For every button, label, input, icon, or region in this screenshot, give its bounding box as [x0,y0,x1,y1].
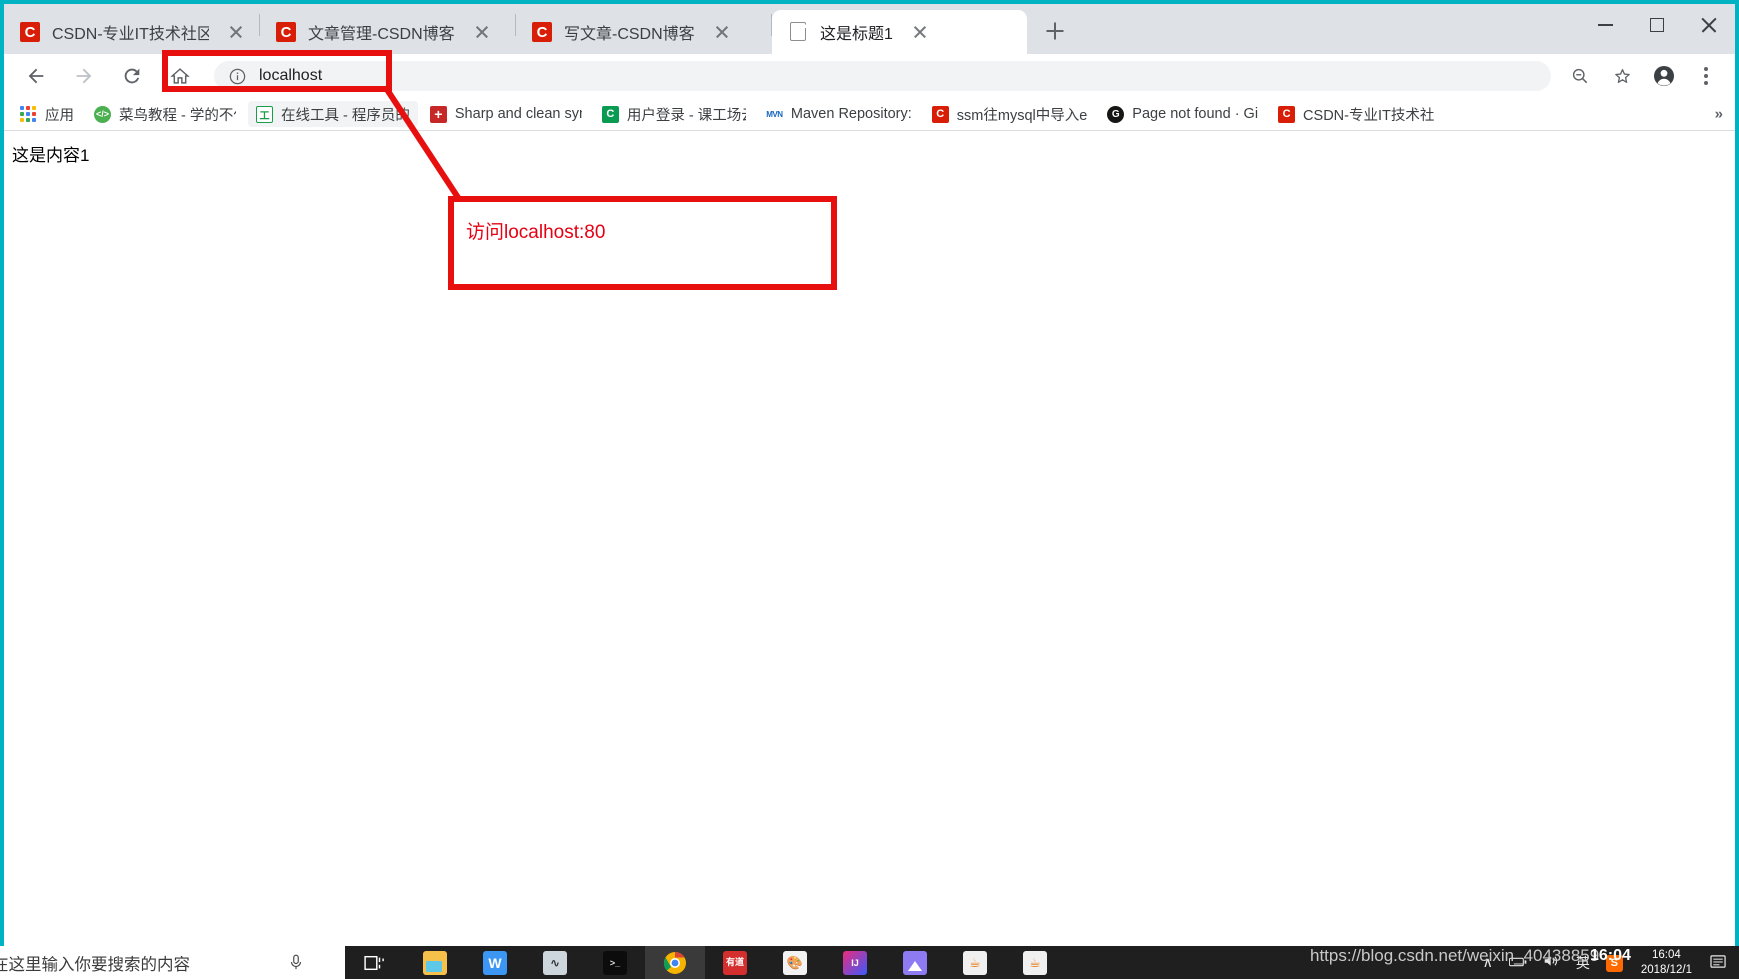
tool-icon: 工 [256,105,273,123]
file-explorer-icon[interactable] [405,946,465,979]
annotation-text: 访问localhost:80 [466,222,606,243]
star-icon[interactable] [1604,58,1640,94]
maximize-button[interactable] [1631,4,1683,46]
bookmark-label: ssm往mysql中导入e [956,107,1088,124]
bookmark-item-3[interactable]: C 用户登录 - 课工场云 [594,101,754,127]
bookmark-item-2[interactable]: + Sharp and clean syn [422,101,590,127]
home-icon[interactable] [161,57,199,95]
intellij-idea-icon[interactable]: IJ [825,946,885,979]
tab-title: 这是标题1 [820,26,893,43]
close-icon[interactable] [469,19,495,45]
bookmark-label: Page not found · Gi [1132,106,1259,122]
zoom-out-icon[interactable] [1562,58,1598,94]
java-icon[interactable]: ☕ [945,946,1005,979]
csdn-icon: C [276,22,296,42]
info-circle-icon[interactable] [228,67,247,86]
bookmarks-overflow-icon[interactable]: » [1715,106,1723,123]
toolbar-right-icons [1559,58,1727,94]
back-arrow-icon[interactable] [17,57,55,95]
close-icon[interactable] [907,19,933,45]
address-bar[interactable]: localhost [214,61,1551,91]
paint-icon[interactable]: 🎨 [765,946,825,979]
document-icon [788,22,808,42]
close-icon[interactable] [709,19,735,45]
page-viewport: 这是内容1 [4,131,1735,943]
forward-arrow-icon [65,57,103,95]
bookmark-label: 应用 [45,107,74,124]
csdn-icon: C [532,22,552,42]
clock-date: 2018/12/1 [1640,963,1692,976]
bookmark-item-7[interactable]: C CSDN-专业IT技术社 [1270,101,1442,127]
bookmark-item-1[interactable]: 工 在线工具 - 程序员的 [248,101,418,127]
browser-tab-1[interactable]: C CSDN-专业IT技术社区 [4,10,259,54]
browser-toolbar: localhost [4,54,1735,98]
runoob-icon: </> [94,105,111,123]
clock-time: 16:04 [1652,949,1681,962]
csdn-icon: C [931,105,949,123]
bookmark-item-6[interactable]: G Page not found · Gi [1099,101,1266,127]
chrome-icon[interactable] [645,946,705,979]
bookmark-label: CSDN-专业IT技术社 [1303,107,1435,124]
url-text: localhost [259,67,323,84]
reload-icon[interactable] [113,57,151,95]
screen-root: C CSDN-专业IT技术社区 C 文章管理-CSDN博客 C 写文章-CSDN… [0,0,1739,979]
taskbar-clock[interactable]: 16:04 2018/12/1 [1641,948,1692,977]
new-tab-button[interactable] [1035,11,1075,51]
notification-icon[interactable] [1710,954,1727,972]
taskbar-search-box[interactable]: 在这里输入你要搜索的内容 [0,946,345,979]
plus-square-icon: + [429,105,447,123]
chrome-browser-window: C CSDN-专业IT技术社区 C 文章管理-CSDN博客 C 写文章-CSDN… [4,4,1735,946]
search-placeholder-text: 在这里输入你要搜索的内容 [0,955,190,974]
page-content-text: 这是内容1 [12,146,90,165]
window-controls [1579,4,1735,54]
youdao-dict-icon[interactable]: 有道 [705,946,765,979]
screen-right-border [1735,0,1739,979]
bookmark-apps[interactable]: 应用 [14,101,82,127]
bookmark-item-5[interactable]: C ssm往mysql中导入e [924,101,1096,127]
maven-icon: MVN [765,105,783,123]
github-icon: G [1107,105,1125,123]
kebab-menu-icon[interactable] [1688,58,1724,94]
java-icon-2[interactable]: ☕ [1005,946,1065,979]
watermark-time-overlay: 16:04 [1590,947,1631,964]
profile-avatar-icon[interactable] [1646,58,1682,94]
bookmarks-bar: 应用 </> 菜鸟教程 - 学的不仅 工 在线工具 - 程序员的 + Sharp… [4,98,1735,131]
task-view-icon[interactable] [345,946,405,979]
tab-strip: C CSDN-专业IT技术社区 C 文章管理-CSDN博客 C 写文章-CSDN… [4,4,1735,54]
close-icon[interactable] [223,19,249,45]
csdn-icon: C [1278,105,1296,123]
kgc-icon: C [601,105,619,123]
tab-title: 写文章-CSDN博客 [564,26,695,43]
browser-tab-3[interactable]: C 写文章-CSDN博客 [516,10,771,54]
bookmark-item-0[interactable]: </> 菜鸟教程 - 学的不仅 [86,101,244,127]
bookmark-label: 在线工具 - 程序员的 [281,107,410,124]
apps-grid-icon [20,106,36,122]
terminal-icon[interactable]: >_ [585,946,645,979]
tab-title: 文章管理-CSDN博客 [308,26,455,43]
bookmark-label: 菜鸟教程 - 学的不仅 [119,107,236,124]
tab-title: CSDN-专业IT技术社区 [52,26,209,43]
photos-icon[interactable] [885,946,945,979]
csdn-watermark: https://blog.csdn.net/weixin_40438859 [1310,946,1600,965]
bookmark-item-4[interactable]: MVN Maven Repository: [758,101,920,127]
minimize-button[interactable] [1579,4,1631,46]
system-monitor-icon[interactable]: ∿ [525,946,585,979]
bookmark-label: Sharp and clean syn [454,106,582,122]
wps-writer-icon[interactable]: W [465,946,525,979]
browser-tab-4-active[interactable]: 这是标题1 [772,10,1027,54]
bookmark-label: Maven Repository: [790,106,912,122]
browser-tab-2[interactable]: C 文章管理-CSDN博客 [260,10,515,54]
close-window-button[interactable] [1683,4,1735,46]
microphone-icon[interactable] [287,952,305,977]
bookmark-label: 用户登录 - 课工场云 [626,107,746,124]
csdn-icon: C [20,22,40,42]
